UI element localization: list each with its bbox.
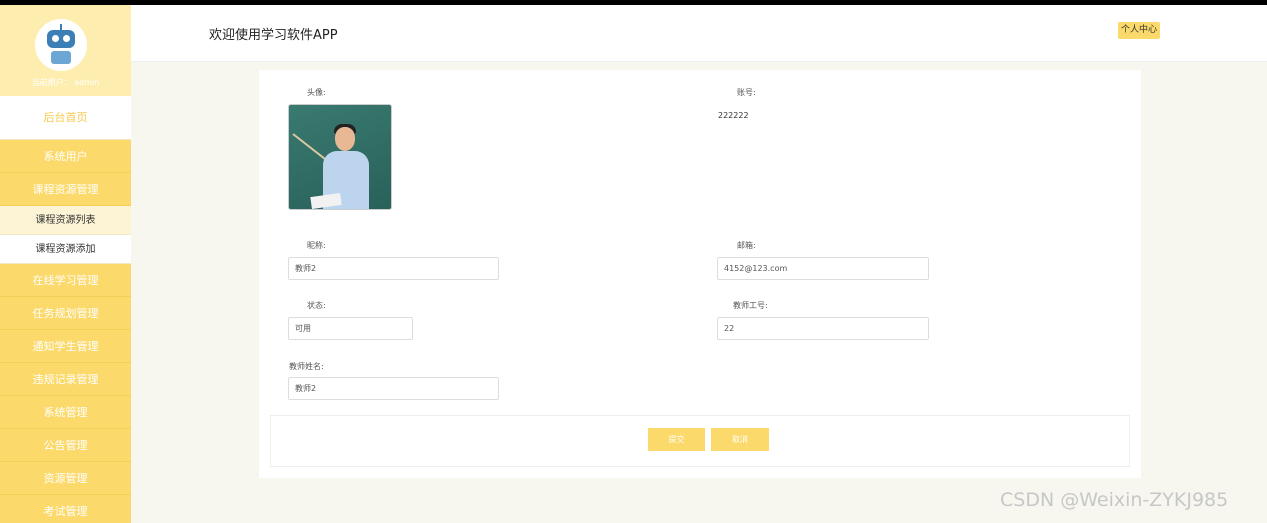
sidebar-item-task-planning[interactable]: 任务规划管理 <box>0 297 131 330</box>
sidebar-profile: 当前用户： admin <box>0 5 131 96</box>
sidebar-item-violations[interactable]: 违规记录管理 <box>0 363 131 396</box>
nickname-label: 昵称: <box>307 241 326 250</box>
avatar-label: 头像: <box>307 88 326 97</box>
account-value: 222222 <box>718 111 749 120</box>
sidebar: 当前用户： admin 后台首页 系统用户 课程资源管理 课程资源列表 课程资源… <box>0 5 131 523</box>
form-actions: 提交 取消 <box>270 415 1130 467</box>
header: 欢迎使用学习软件APP 个人中心 <box>131 5 1267 62</box>
current-user-label: 当前用户： admin <box>31 78 100 87</box>
submit-button[interactable]: 提交 <box>648 428 705 451</box>
status-label: 状态: <box>307 301 326 310</box>
sidebar-item-announcements[interactable]: 公告管理 <box>0 429 131 462</box>
sidebar-item-course-resources[interactable]: 课程资源管理 <box>0 173 131 206</box>
watermark: CSDN @Weixin-ZYKJ985 <box>1000 489 1229 511</box>
sidebar-item-home[interactable]: 后台首页 <box>0 96 131 140</box>
profile-form-panel: 头像: 账号: 222222 昵称: 教师2 邮箱: 4152@123.com … <box>259 70 1141 478</box>
email-field[interactable]: 4152@123.com <box>717 257 929 280</box>
sidebar-subitem-course-add[interactable]: 课程资源添加 <box>0 235 131 264</box>
sidebar-item-online-learning[interactable]: 在线学习管理 <box>0 264 131 297</box>
teacher-name-field[interactable]: 教师2 <box>288 377 499 400</box>
sidebar-item-notify-students[interactable]: 通知学生管理 <box>0 330 131 363</box>
sidebar-item-system-users[interactable]: 系统用户 <box>0 140 131 173</box>
personal-center-button[interactable]: 个人中心 <box>1118 22 1161 39</box>
teacher-no-label: 教师工号: <box>733 301 768 310</box>
teacher-name-label: 教师姓名: <box>289 362 324 371</box>
sidebar-item-system-management[interactable]: 系统管理 <box>0 396 131 429</box>
cancel-button[interactable]: 取消 <box>711 428 769 451</box>
sidebar-item-exams[interactable]: 考试管理 <box>0 495 131 523</box>
sidebar-item-resources[interactable]: 资源管理 <box>0 462 131 495</box>
email-label: 邮箱: <box>737 241 756 250</box>
page-title: 欢迎使用学习软件APP <box>209 28 338 43</box>
account-label: 账号: <box>737 88 756 97</box>
sidebar-subitem-course-list[interactable]: 课程资源列表 <box>0 206 131 235</box>
robot-avatar-icon <box>35 19 87 71</box>
status-field[interactable]: 可用 <box>288 317 413 340</box>
teacher-no-field[interactable]: 22 <box>717 317 929 340</box>
avatar-image[interactable] <box>288 104 392 210</box>
nickname-field[interactable]: 教师2 <box>288 257 499 280</box>
